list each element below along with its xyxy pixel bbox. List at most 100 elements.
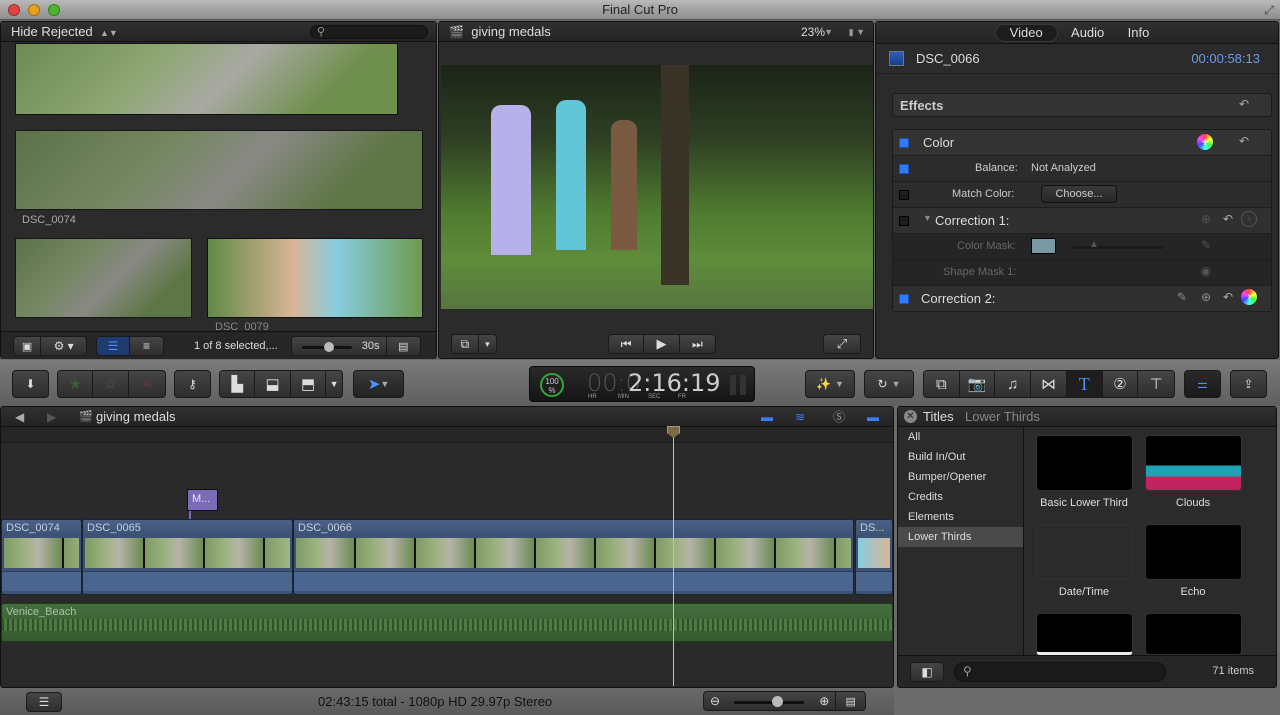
mask-softness-slider[interactable] [1073, 246, 1163, 249]
effects-browser-button[interactable]: ⧉ [924, 371, 960, 397]
audio-skimming-icon[interactable]: ≋ [795, 407, 805, 427]
transform-icon[interactable]: ⧉ [452, 335, 479, 353]
fullscreen-icon[interactable]: ⤢ [1264, 0, 1274, 20]
color-enable-checkbox[interactable] [899, 138, 909, 148]
zoom-window-button[interactable] [48, 4, 60, 16]
music-browser-button[interactable]: ♫ [995, 371, 1032, 397]
previous-edit-button[interactable]: ⏮ [609, 335, 645, 353]
chevron-down-icon[interactable]: ▾ [479, 335, 496, 353]
add-color-mask-icon[interactable]: ✎ [1177, 290, 1187, 304]
timeline-clip[interactable]: DS... [855, 519, 893, 595]
reset-icon[interactable]: ↶ [1239, 97, 1249, 111]
correction2-checkbox[interactable] [899, 294, 909, 304]
generators-browser-button[interactable]: ② [1103, 371, 1139, 397]
match-color-checkbox[interactable] [899, 190, 909, 200]
zoom-level-popup[interactable]: 23% [801, 22, 825, 42]
close-window-button[interactable] [8, 4, 20, 16]
add-shape-mask-icon[interactable]: ⊕ [1201, 212, 1211, 226]
video-skimming-icon[interactable]: ▬ [761, 407, 773, 427]
filmstrip-settings-icon[interactable]: ▤ [387, 337, 420, 355]
tab-info[interactable]: Info [1118, 22, 1160, 44]
fullscreen-play-button[interactable]: ⤢ [824, 335, 860, 353]
share-button[interactable]: ⇪ [1230, 370, 1267, 398]
clip-appearance-icon[interactable]: ▤ [836, 692, 865, 710]
shape-mask-icon[interactable]: ◉ [1201, 264, 1211, 278]
tab-audio[interactable]: Audio [1061, 22, 1114, 44]
timeline-ruler[interactable] [1, 427, 893, 443]
titles-browser-button[interactable]: T [1066, 371, 1103, 397]
balance-checkbox[interactable] [899, 164, 909, 174]
photos-browser-button[interactable]: 📷 [960, 371, 996, 397]
effects-section[interactable]: Effects ↶ [892, 93, 1272, 117]
category-lower-thirds[interactable]: Lower Thirds [898, 527, 1023, 547]
category-credits[interactable]: Credits [898, 487, 1023, 507]
reset-icon[interactable]: ↶ [1223, 212, 1233, 226]
favorite-star-button[interactable]: ★ [58, 371, 94, 397]
timeline-clip[interactable]: DSC_0065 [82, 519, 293, 595]
minimize-window-button[interactable] [28, 4, 40, 16]
title-item-thumbnail[interactable] [1145, 613, 1242, 655]
choose-button[interactable]: Choose... [1041, 185, 1117, 203]
category-build-in-out[interactable]: Build In/Out [898, 447, 1023, 467]
append-clip-button[interactable]: ⬒ [291, 371, 327, 397]
clip-appearance-icon[interactable]: ▣ [14, 337, 42, 355]
browser-search-input[interactable]: ⚲ [310, 25, 428, 39]
go-to-board-icon[interactable]: › [1241, 211, 1257, 227]
category-bumper-opener[interactable]: Bumper/Opener [898, 467, 1023, 487]
correction1-checkbox[interactable] [899, 216, 909, 226]
close-browser-icon[interactable]: ✕ [904, 410, 917, 423]
back-arrow-icon[interactable]: ◀ [15, 407, 24, 427]
marker[interactable]: M... [187, 489, 218, 511]
slider-thumb[interactable]: ▲ [1089, 239, 1099, 250]
title-item-thumbnail[interactable] [1036, 613, 1133, 655]
audio-meters-icon[interactable] [730, 375, 746, 395]
eyedropper-icon[interactable]: ✎ [1201, 238, 1211, 252]
inspector-toggle-button[interactable]: ⚌ [1184, 370, 1221, 398]
unrate-star-button[interactable]: ☆ [93, 371, 129, 397]
category-elements[interactable]: Elements [898, 507, 1023, 527]
title-item-thumbnail[interactable] [1145, 524, 1242, 580]
solo-icon[interactable]: Ⓢ [833, 407, 845, 427]
title-item-thumbnail[interactable] [1145, 435, 1242, 491]
reset-icon[interactable]: ↶ [1239, 134, 1249, 148]
duration-slider[interactable]: 30s [292, 337, 387, 355]
add-correction-icon[interactable]: + [1197, 134, 1213, 150]
select-tool-button[interactable]: ➤ ▼ [354, 371, 403, 397]
disclosure-triangle-icon[interactable]: ▼ [923, 213, 932, 223]
list-view-button[interactable]: ≡ [130, 337, 163, 355]
clip-thumbnail[interactable] [15, 238, 192, 318]
slider-knob[interactable] [324, 342, 334, 352]
snapping-icon[interactable]: ▬ [867, 407, 879, 427]
clip-thumbnail-selected[interactable] [207, 238, 423, 318]
keyword-button[interactable]: ⚷ [174, 370, 211, 398]
dashboard-timecode[interactable]: 100% 00:0 2:16:19 HR MIN SEC FR [529, 366, 755, 402]
reset-icon[interactable]: ↶ [1223, 290, 1233, 304]
title-item-thumbnail[interactable] [1036, 524, 1133, 580]
timeline-index-button[interactable]: ☰ [26, 692, 62, 712]
insert-clip-button[interactable]: ⬓ [255, 371, 291, 397]
action-gear-menu[interactable]: ⚙ ▾ [41, 337, 86, 355]
background-tasks-indicator[interactable]: 100% [540, 373, 564, 397]
filmstrip-view-button[interactable]: ☰ [97, 337, 131, 355]
titles-search-input[interactable]: ⚲ [954, 662, 1166, 682]
view-options-menu[interactable]: ▮ ▼ [849, 22, 865, 42]
forward-arrow-icon[interactable]: ▶ [47, 407, 56, 427]
edit-mode-dropdown[interactable]: ▼ [326, 371, 342, 397]
reject-button[interactable]: ✕ [129, 371, 165, 397]
go-to-board-icon[interactable]: › [1241, 289, 1257, 305]
color-mask-swatch[interactable] [1031, 238, 1056, 254]
playhead[interactable] [673, 428, 674, 686]
title-item-thumbnail[interactable] [1036, 435, 1133, 491]
tab-video[interactable]: Video [994, 24, 1058, 42]
timeline-zoom-slider[interactable]: ⊖ ⊕ [704, 692, 837, 710]
timeline-clip[interactable]: DSC_0074 [1, 519, 82, 595]
clip-thumbnail[interactable] [15, 130, 423, 210]
next-edit-button[interactable]: ⏭ [680, 335, 715, 353]
audio-clip[interactable]: Venice_Beach [1, 603, 893, 642]
import-button[interactable]: ⬇ [12, 370, 49, 398]
timeline-clip[interactable]: DSC_0066 [293, 519, 854, 595]
filter-popup[interactable]: Hide Rejected [1, 24, 93, 39]
play-button[interactable]: ▶ [644, 335, 680, 353]
clip-thumbnail[interactable] [15, 43, 398, 115]
category-all[interactable]: All [898, 427, 1023, 447]
